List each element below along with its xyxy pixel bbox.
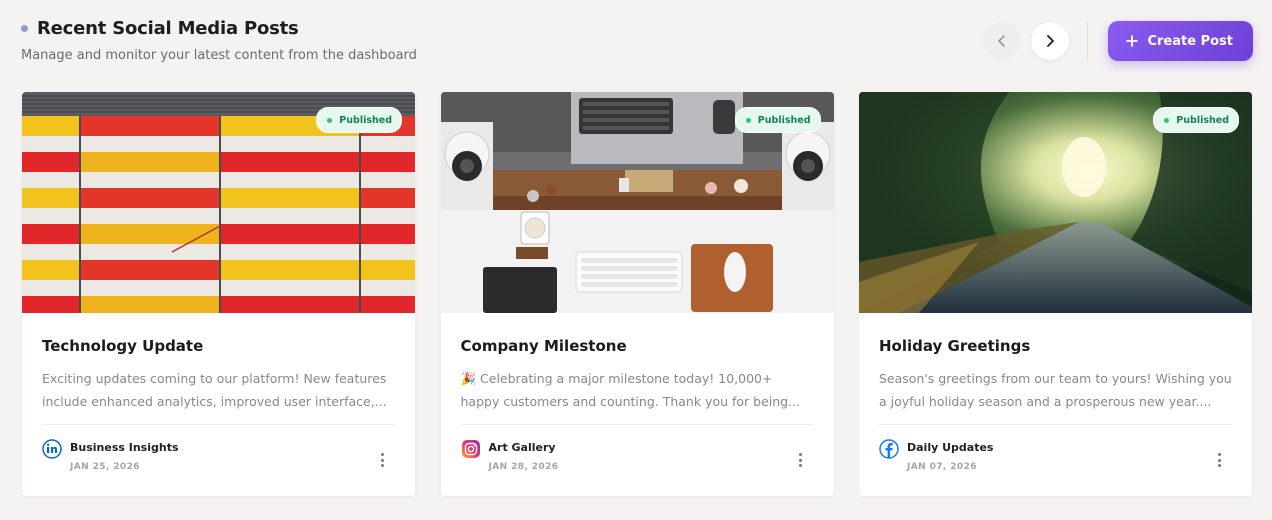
status-dot	[1164, 117, 1170, 123]
status-badge: Published	[1153, 107, 1239, 133]
post-image-tree-road: Published	[859, 92, 1252, 313]
post-cards: Published Technology Update Exciting upd…	[22, 92, 1252, 496]
post-card[interactable]: Published Holiday Greetings Season's gre…	[859, 92, 1252, 496]
post-title: Technology Update	[42, 337, 204, 355]
post-excerpt: 🎉 Celebrating a major milestone today! 1…	[460, 371, 801, 409]
header-divider	[1087, 21, 1089, 61]
create-post-label: Create Post	[1147, 33, 1233, 49]
status-label: Published	[339, 114, 392, 126]
page-title: Recent Social Media Posts	[37, 18, 299, 39]
post-image-striped-facade: Published	[22, 92, 415, 313]
status-label: Published	[1176, 114, 1229, 126]
post-date: JAN 07, 2026	[907, 462, 977, 472]
post-card[interactable]: Published Technology Update Exciting upd…	[22, 92, 415, 496]
post-date: JAN 25, 2026	[70, 462, 140, 472]
instagram-icon	[461, 440, 480, 458]
post-excerpt: Exciting updates coming to our platform!…	[42, 371, 387, 409]
header-controls: Create Post	[973, 21, 1253, 61]
card-divider	[460, 424, 814, 425]
status-badge: Published	[316, 107, 402, 133]
card-footer: Daily Updates JAN 07, 2026	[879, 439, 1232, 479]
more-options-icon[interactable]	[1212, 451, 1226, 469]
account-name[interactable]: Business Insights	[70, 441, 179, 454]
prev-button[interactable]	[983, 22, 1022, 60]
post-image-desk-workspace: Published	[440, 92, 834, 313]
post-date: JAN 28, 2026	[488, 462, 559, 472]
card-body: Technology Update Exciting updates comin…	[22, 313, 415, 413]
more-options-icon[interactable]	[794, 451, 808, 469]
post-title: Holiday Greetings	[879, 337, 1031, 355]
linkedin-icon	[42, 439, 62, 459]
section-header: Recent Social Media Posts Manage and mon…	[21, 18, 1253, 78]
more-options-icon[interactable]	[375, 451, 389, 469]
card-body: Company Milestone 🎉 Celebrating a major …	[441, 313, 834, 413]
create-post-button[interactable]: Create Post	[1108, 21, 1253, 61]
post-excerpt: Season's greetings from our team to your…	[879, 371, 1232, 409]
card-body: Holiday Greetings Season's greetings fro…	[859, 313, 1252, 413]
plus-icon	[1126, 35, 1139, 47]
next-button[interactable]	[1031, 22, 1070, 60]
chevron-left-icon	[998, 35, 1006, 47]
title-dot	[21, 25, 28, 32]
card-divider	[42, 424, 395, 425]
status-dot	[327, 117, 333, 123]
status-badge: Published	[734, 107, 821, 133]
card-footer: Art Gallery JAN 28, 2026	[461, 439, 814, 479]
status-dot	[745, 117, 751, 123]
status-label: Published	[757, 114, 811, 126]
post-title: Company Milestone	[460, 337, 627, 355]
account-name[interactable]: Art Gallery	[489, 441, 556, 454]
facebook-icon	[879, 439, 899, 459]
post-card[interactable]: Published Company Milestone 🎉 Celebratin…	[440, 92, 834, 496]
card-footer: Business Insights JAN 25, 2026	[42, 439, 395, 479]
account-name[interactable]: Daily Updates	[907, 441, 993, 454]
card-divider	[879, 424, 1232, 425]
chevron-right-icon	[1047, 35, 1055, 47]
